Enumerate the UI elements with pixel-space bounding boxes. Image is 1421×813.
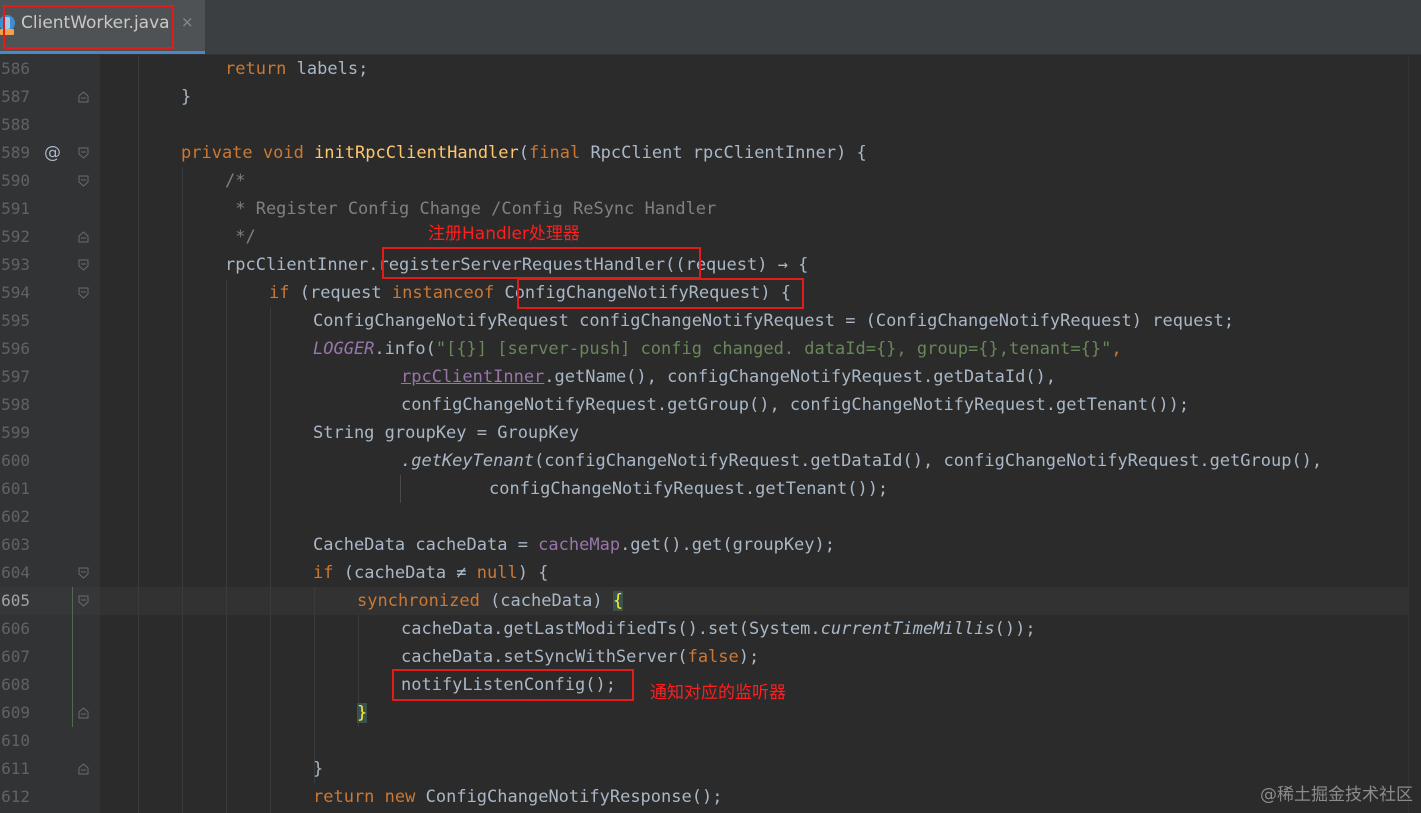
- code-text: rpcClientInner.registerServerRequestHand…: [225, 255, 809, 275]
- code-text: return new ConfigChangeNotifyResponse();: [313, 787, 723, 807]
- line-number: 606: [1, 619, 30, 638]
- code-text: rpcClientInner.getName(), configChangeNo…: [401, 367, 1057, 387]
- line-number: 600: [1, 451, 30, 470]
- code-line: 597 rpcClientInner.getName(), configChan…: [0, 363, 1421, 391]
- code-comment: /*: [225, 171, 246, 191]
- code-text: }: [357, 699, 368, 727]
- fold-start-icon[interactable]: [78, 287, 89, 299]
- code-line: 607 cacheData.setSyncWithServer(false);: [0, 643, 1421, 671]
- java-class-icon: [0, 15, 15, 35]
- line-number: 593: [1, 255, 30, 274]
- annotation-register-handler: 注册Handler处理器: [428, 224, 580, 244]
- code-line: 594 if (request instanceof ConfigChangeN…: [0, 279, 1421, 307]
- line-number: 588: [1, 115, 30, 134]
- code-text: .getKeyTenant(configChangeNotifyRequest.…: [401, 451, 1323, 471]
- line-number: 601: [1, 479, 30, 498]
- line-number: 590: [1, 171, 30, 190]
- line-number: 603: [1, 535, 30, 554]
- line-number: 610: [1, 731, 30, 750]
- tab-clientworker-java[interactable]: ClientWorker.java ×: [0, 0, 205, 54]
- line-number: 597: [1, 367, 30, 386]
- editor-scrollbar[interactable]: [1408, 55, 1421, 813]
- code-line: 590 /*: [0, 167, 1421, 195]
- watermark: @稀土掘金技术社区: [1260, 785, 1413, 805]
- code-line: 604 if (cacheData ≠ null) {: [0, 559, 1421, 587]
- line-number: 607: [1, 647, 30, 666]
- code-line: 589 @ private void initRpcClientHandler(…: [0, 139, 1421, 167]
- code-text: LOGGER.info("[{}] [server-push] config c…: [313, 339, 1122, 359]
- matched-brace: }: [357, 703, 368, 723]
- code-line: 593 rpcClientInner.registerServerRequest…: [0, 251, 1421, 279]
- code-text: synchronized (cacheData) {: [357, 591, 624, 611]
- line-number: 589: [1, 143, 30, 162]
- code-text: cacheData.setSyncWithServer(false);: [401, 647, 760, 667]
- line-number: 599: [1, 423, 30, 442]
- matched-brace: {: [612, 591, 624, 611]
- code-line: 601 configChangeNotifyRequest.getTenant(…: [0, 475, 1421, 503]
- code-text: configChangeNotifyRequest.getTenant());: [489, 479, 889, 499]
- override-marker-icon[interactable]: @: [44, 139, 61, 167]
- code-line: 596 LOGGER.info("[{}] [server-push] conf…: [0, 335, 1421, 363]
- line-number: 604: [1, 563, 30, 582]
- code-text: }: [313, 759, 324, 779]
- line-number: 587: [1, 87, 30, 106]
- fold-start-icon[interactable]: [78, 567, 89, 579]
- line-number: 602: [1, 507, 30, 526]
- code-text: ConfigChangeNotifyRequest configChangeNo…: [313, 311, 1235, 331]
- fold-start-icon[interactable]: [78, 147, 89, 159]
- code-line: 611 }: [0, 755, 1421, 783]
- fold-start-icon[interactable]: [78, 595, 89, 607]
- code-line: 602: [0, 503, 1421, 531]
- line-number: 586: [1, 59, 30, 78]
- tab-filename: ClientWorker.java: [21, 13, 170, 33]
- code-text: private void initRpcClientHandler(final …: [181, 143, 867, 163]
- fold-start-icon[interactable]: [78, 175, 89, 187]
- annotation-notify-listener: 通知对应的监听器: [650, 683, 786, 703]
- line-number: 595: [1, 311, 30, 330]
- line-number: 609: [1, 703, 30, 722]
- code-line: 599 String groupKey = GroupKey: [0, 419, 1421, 447]
- line-number: 608: [1, 675, 30, 694]
- code-text: configChangeNotifyRequest.getGroup(), co…: [401, 395, 1190, 415]
- code-text: }: [181, 87, 192, 107]
- code-line: 609 }: [0, 699, 1421, 727]
- line-number: 591: [1, 199, 30, 218]
- line-number: 592: [1, 227, 30, 246]
- code-line: 598 configChangeNotifyRequest.getGroup()…: [0, 391, 1421, 419]
- code-text: if (cacheData ≠ null) {: [313, 563, 549, 583]
- code-line: 592 */: [0, 223, 1421, 251]
- fold-end-icon[interactable]: [78, 231, 89, 243]
- line-number: 611: [1, 759, 30, 778]
- fold-end-icon[interactable]: [78, 91, 89, 103]
- code-line: 591 * Register Config Change /Config ReS…: [0, 195, 1421, 223]
- code-line: 606 cacheData.getLastModifiedTs().set(Sy…: [0, 615, 1421, 643]
- code-text: CacheData cacheData = cacheMap.get().get…: [313, 535, 835, 555]
- code-line: 603 CacheData cacheData = cacheMap.get()…: [0, 531, 1421, 559]
- line-number: 594: [1, 283, 30, 302]
- code-line: 612 return new ConfigChangeNotifyRespons…: [0, 783, 1421, 811]
- code-comment: */: [225, 227, 256, 247]
- code-text: if (request instanceof ConfigChangeNotif…: [269, 283, 792, 303]
- code-text: String groupKey = GroupKey: [313, 423, 580, 443]
- code-line: 600 .getKeyTenant(configChangeNotifyRequ…: [0, 447, 1421, 475]
- tab-close-icon[interactable]: ×: [181, 13, 194, 31]
- code-line-current: 605 synchronized (cacheData) {: [0, 587, 1421, 615]
- code-text: cacheData.getLastModifiedTs().set(System…: [401, 619, 1036, 639]
- fold-end-icon[interactable]: [78, 763, 89, 775]
- line-number: 596: [1, 339, 30, 358]
- line-number-current: 605: [1, 591, 30, 610]
- line-number: 598: [1, 395, 30, 414]
- code-text: return labels;: [225, 59, 369, 79]
- editor-tab-bar: ClientWorker.java ×: [0, 0, 1421, 55]
- code-line: 588: [0, 111, 1421, 139]
- code-line: 586 return labels;: [0, 55, 1421, 83]
- code-text: notifyListenConfig();: [401, 675, 616, 695]
- code-line: 595 ConfigChangeNotifyRequest configChan…: [0, 307, 1421, 335]
- fold-start-icon[interactable]: [78, 259, 89, 271]
- fold-end-icon[interactable]: [78, 707, 89, 719]
- code-line: 587 }: [0, 83, 1421, 111]
- code-line: 610: [0, 727, 1421, 755]
- line-number: 612: [1, 787, 30, 806]
